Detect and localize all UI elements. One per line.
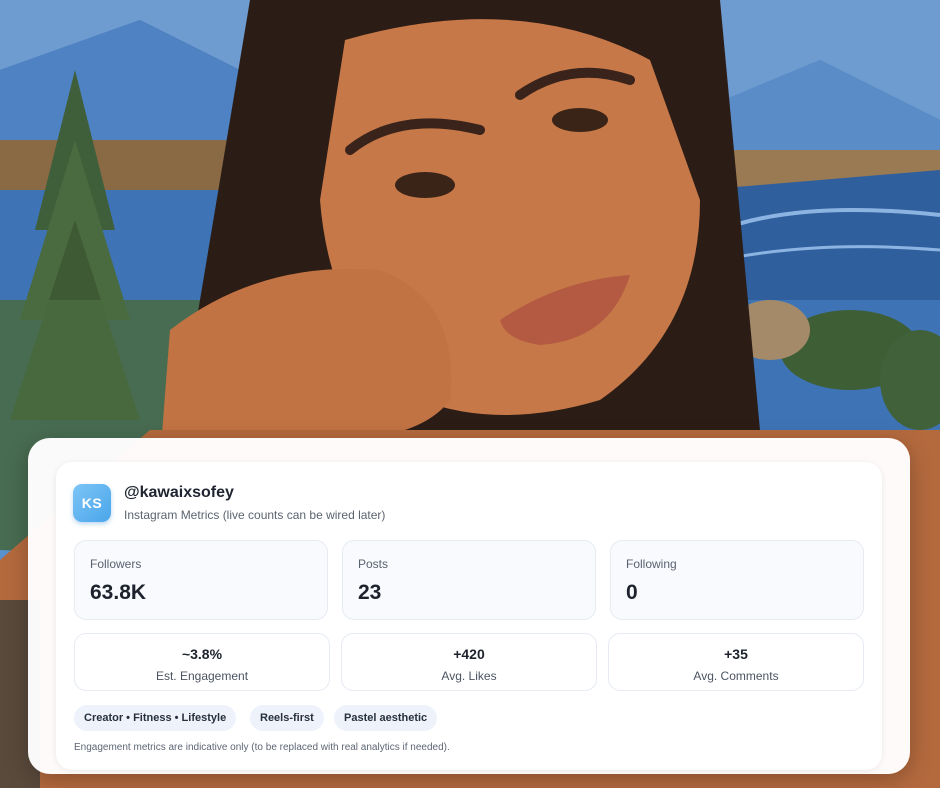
footnote: Engagement metrics are indicative only (… (74, 742, 450, 753)
metric-value: +420 (453, 646, 485, 662)
tag-reels-first[interactable]: Reels-first (250, 705, 324, 731)
stat-followers: Followers 63.8K (74, 540, 328, 620)
metric-value: +35 (724, 646, 748, 662)
metrics-card-inner: KS @kawaixsofey Instagram Metrics (live … (56, 462, 882, 770)
metric-label: Avg. Likes (441, 669, 497, 683)
tag-pastel-aesthetic[interactable]: Pastel aesthetic (334, 705, 438, 731)
stat-value: 0 (626, 581, 638, 604)
metrics-card: KS @kawaixsofey Instagram Metrics (live … (28, 438, 910, 774)
stat-label: Posts (358, 557, 389, 571)
stat-label: Following (626, 557, 677, 571)
stat-value: 63.8K (90, 581, 147, 604)
metric-engagement: ~3.8% Est. Engagement (74, 633, 330, 691)
metric-avg-comments: +35 Avg. Comments (608, 633, 864, 691)
profile-subtitle: Instagram Metrics (live counts can be wi… (124, 508, 386, 522)
metric-label: Avg. Comments (693, 669, 779, 683)
tag-creator-niche[interactable]: Creator • Fitness • Lifestyle (74, 705, 237, 731)
stat-posts: Posts 23 (342, 540, 596, 620)
stat-label: Followers (90, 557, 142, 571)
metric-label: Est. Engagement (155, 669, 249, 683)
avatar: KS (73, 484, 111, 522)
profile-handle[interactable]: @kawaixsofey (124, 484, 234, 502)
metric-avg-likes: +420 Avg. Likes (341, 633, 597, 691)
stat-following: Following 0 (610, 540, 864, 620)
stat-value: 23 (358, 581, 382, 604)
metric-value: ~3.8% (181, 646, 223, 662)
